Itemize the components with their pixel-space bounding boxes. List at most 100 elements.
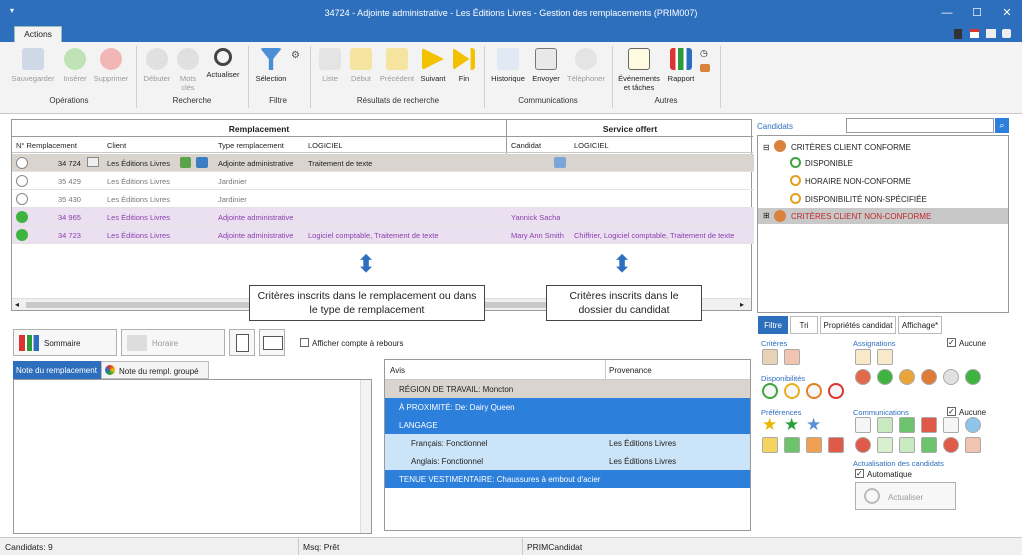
col-header-software[interactable]: LOGICIEL — [308, 141, 343, 150]
id-card-button[interactable] — [259, 329, 285, 356]
calendar-icon[interactable] — [554, 157, 566, 168]
start-button[interactable]: Débuter — [140, 46, 174, 98]
tab-filter[interactable]: Filtre — [758, 316, 788, 334]
col-header-candidate[interactable]: Candidat — [511, 141, 541, 150]
comm-none-checkbox[interactable]: ✓ — [947, 407, 956, 416]
refresh-button[interactable]: Actualiser — [203, 46, 243, 98]
orange-clock-icon[interactable] — [806, 383, 822, 399]
avis-row[interactable]: RÉGION DE TRAVAIL: Moncton — [385, 380, 750, 398]
col-header-client[interactable]: Client — [107, 141, 126, 150]
tree-expand-icon[interactable]: ⊟ — [763, 143, 770, 152]
events-button[interactable]: Événements et tâches — [616, 46, 662, 98]
building-icon[interactable] — [196, 157, 208, 168]
tree-conform[interactable]: CRITÈRES CLIENT CONFORME — [791, 143, 911, 152]
green-check-icon[interactable] — [877, 369, 893, 385]
calculator-icon[interactable] — [954, 29, 962, 39]
card-icon[interactable] — [87, 157, 99, 167]
col-header-software2[interactable]: LOGICIEL — [574, 141, 609, 150]
gear-icon[interactable]: ⚙ — [291, 50, 300, 61]
red-status-icon[interactable] — [855, 369, 871, 385]
phone-button[interactable]: Téléphoner — [564, 46, 608, 98]
next-button[interactable]: Suivant — [418, 46, 448, 98]
save-button[interactable]: Sauvegarder — [8, 46, 58, 98]
avis-col-header[interactable]: Avis — [390, 366, 405, 375]
voicemail-icon[interactable] — [943, 417, 959, 433]
calendar-bang-icon[interactable] — [877, 349, 893, 365]
col-header-num[interactable]: N° Remplacement — [16, 141, 77, 150]
thumbs-down-icon[interactable] — [921, 417, 937, 433]
countdown-checkbox[interactable] — [300, 338, 309, 347]
send-button[interactable]: Envoyer — [530, 46, 562, 98]
table-row[interactable]: 34 965 Les Éditions Livres Adjointe admi… — [12, 208, 754, 226]
thumbs-up-icon[interactable] — [877, 417, 893, 433]
phone-blue-icon[interactable] — [965, 417, 981, 433]
phone-green-icon[interactable] — [921, 437, 937, 453]
green-clock-icon[interactable] — [762, 383, 778, 399]
report-button[interactable]: Rapport — [664, 46, 698, 98]
history-button[interactable]: Historique — [488, 46, 528, 98]
yellow-status-icon[interactable] — [899, 369, 915, 385]
tab-note-group[interactable]: Note du rempl. groupé — [101, 361, 209, 379]
table-row[interactable]: 34 724 Les Éditions Livres Adjointe admi… — [12, 154, 754, 172]
schedule-button[interactable]: Horaire — [121, 329, 225, 356]
avis-row[interactable]: Français: Fonctionnel Les Éditions Livres — [385, 434, 750, 452]
vertical-scrollbar[interactable] — [360, 380, 371, 533]
avis-row[interactable]: Anglais: Fonctionnel Les Éditions Livres — [385, 452, 750, 470]
search-icon[interactable]: ⌕ — [995, 118, 1009, 133]
clock-icon[interactable]: ◷ — [700, 48, 708, 59]
alarm-icon[interactable] — [943, 369, 959, 385]
tree-item-schedule[interactable]: HORAIRE NON-CONFORME — [790, 174, 940, 188]
person-red-icon[interactable] — [828, 437, 844, 453]
insert-button[interactable]: Insérer — [60, 46, 90, 98]
map-pin-icon[interactable] — [180, 157, 191, 168]
table-row[interactable]: 35 429 Les Éditions Livres Jardinier — [12, 172, 754, 190]
yellow-clock-icon[interactable] — [784, 383, 800, 399]
red-clock-icon[interactable] — [828, 383, 844, 399]
avis-row[interactable]: TENUE VESTIMENTAIRE: Chaussures à embout… — [385, 470, 750, 488]
person-orange-icon[interactable] — [806, 437, 822, 453]
tab-display[interactable]: Affichage* — [898, 316, 942, 334]
note-textarea[interactable] — [13, 379, 372, 534]
star-green-icon[interactable]: ★ — [784, 415, 799, 435]
keywords-button[interactable]: Mots clés — [176, 46, 200, 98]
candidate-search-input[interactable] — [846, 118, 994, 133]
tree-item-available[interactable]: DISPONIBLE — [790, 156, 940, 170]
sad-icon[interactable] — [855, 437, 871, 453]
tree-item-unspecified[interactable]: DISPONIBILITÉ NON-SPÉCIFIÉE — [790, 192, 960, 206]
tab-actions[interactable]: Actions — [14, 26, 62, 42]
maximize-button[interactable]: ☐ — [962, 3, 992, 23]
green-dot-icon[interactable] — [965, 369, 981, 385]
document-button[interactable] — [229, 329, 255, 356]
first-button[interactable]: Début — [346, 46, 376, 98]
phone-missed-icon[interactable] — [965, 437, 981, 453]
tab-sort[interactable]: Tri — [790, 316, 818, 334]
previous-button[interactable]: Précédent — [378, 46, 416, 98]
person-yellow-icon[interactable] — [762, 437, 778, 453]
table-row[interactable]: 34 723 Les Éditions Livres Adjointe admi… — [12, 226, 754, 244]
tab-properties[interactable]: Propriétés candidat — [820, 316, 896, 334]
orange-status-icon[interactable] — [921, 369, 937, 385]
avis-row[interactable]: LANGAGE — [385, 416, 750, 434]
summary-button[interactable]: Sommaire — [13, 329, 117, 356]
last-button[interactable]: Fin — [450, 46, 478, 98]
refresh-candidates-button[interactable]: Actualiser — [855, 482, 956, 510]
person-red-icon[interactable] — [784, 349, 800, 365]
calendar-x-icon[interactable] — [855, 349, 871, 365]
automatic-checkbox[interactable]: ✓ — [855, 469, 864, 478]
robot-icon[interactable] — [700, 64, 710, 72]
lock-icon[interactable] — [1002, 29, 1011, 38]
table-row[interactable]: 35 430 Les Éditions Livres Jardinier — [12, 190, 754, 208]
minimize-button[interactable]: — — [932, 3, 962, 23]
phone-ok-icon[interactable] — [877, 437, 893, 453]
person-green-icon[interactable] — [762, 349, 778, 365]
col-header-type[interactable]: Type remplacement — [218, 141, 284, 150]
flag-icon[interactable] — [970, 29, 979, 38]
assign-none-checkbox[interactable]: ✓ — [947, 338, 956, 347]
thumbs-up-green-icon[interactable] — [899, 417, 915, 433]
selection-button[interactable]: Sélection — [252, 46, 290, 98]
envelope-icon[interactable] — [855, 417, 871, 433]
delete-button[interactable]: Supprimer — [92, 46, 130, 98]
star-yellow-icon[interactable]: ★ — [762, 415, 777, 435]
avis-row[interactable]: À PROXIMITÉ: De: Dairy Queen — [385, 398, 750, 416]
person-green-icon[interactable] — [784, 437, 800, 453]
